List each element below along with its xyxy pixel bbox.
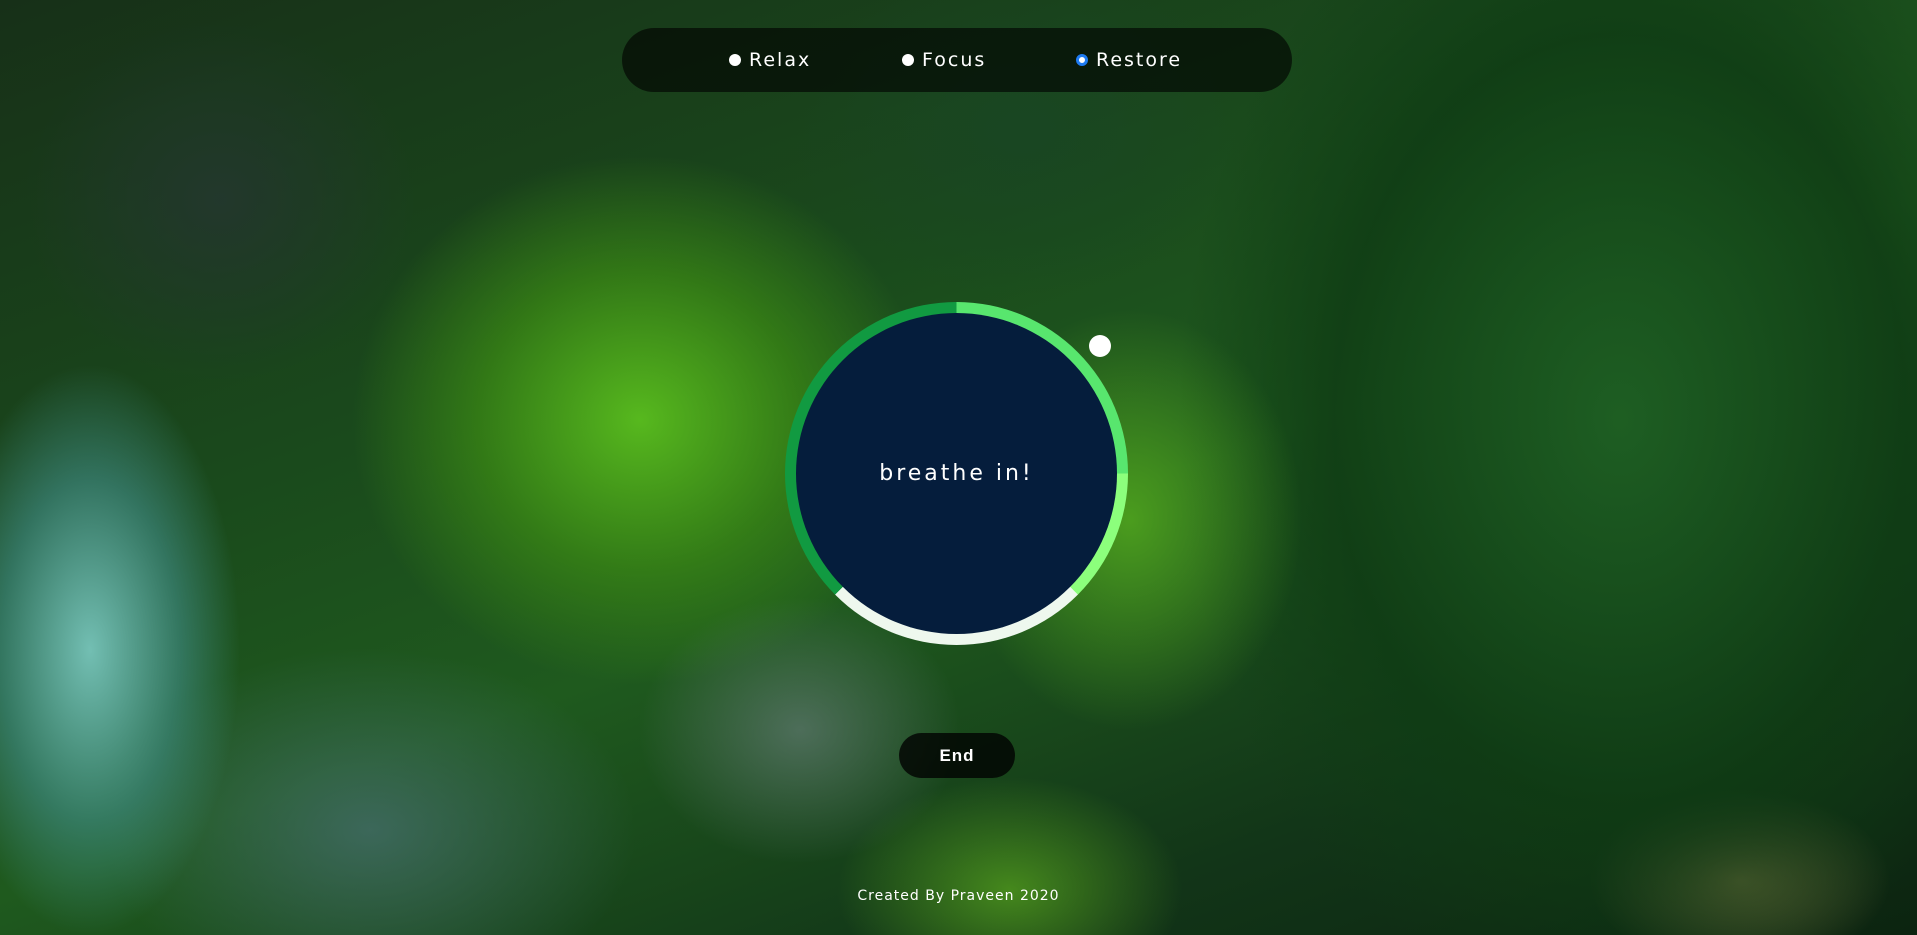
mode-option-restore[interactable]: Restore — [1076, 28, 1182, 92]
restore-radio[interactable] — [1076, 54, 1088, 66]
relax-radio[interactable] — [729, 54, 741, 66]
relax-label[interactable]: Relax — [749, 49, 811, 71]
focus-radio[interactable] — [902, 54, 914, 66]
focus-label[interactable]: Focus — [922, 49, 986, 71]
breathing-circle: breathe in! — [796, 313, 1117, 634]
mode-option-focus[interactable]: Focus — [902, 28, 986, 92]
end-button[interactable]: End — [899, 733, 1015, 778]
footer-credit: Created By Praveen 2020 — [857, 888, 1060, 904]
mode-selector: Relax Focus Restore — [622, 28, 1292, 92]
progress-pointer — [1089, 335, 1111, 357]
breath-instruction: breathe in! — [879, 461, 1034, 486]
restore-label[interactable]: Restore — [1096, 49, 1182, 71]
mode-option-relax[interactable]: Relax — [729, 28, 811, 92]
breathing-progress-ring: breathe in! — [785, 302, 1128, 645]
